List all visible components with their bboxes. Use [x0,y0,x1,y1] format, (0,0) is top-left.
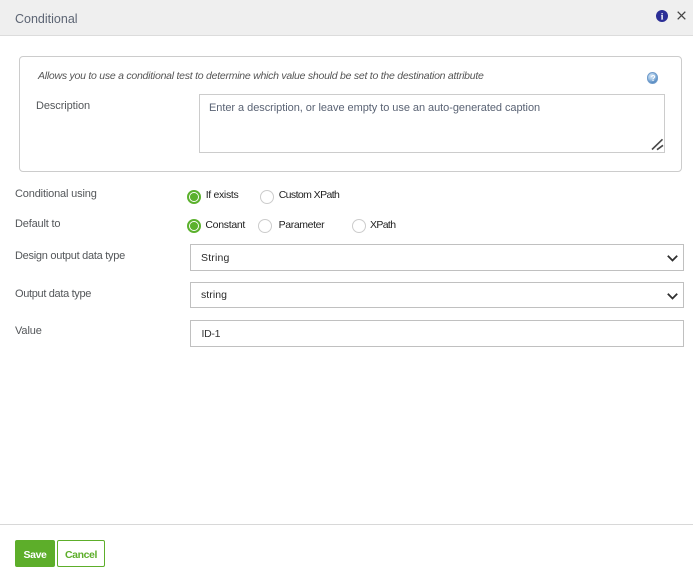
svg-text:i: i [660,12,663,22]
